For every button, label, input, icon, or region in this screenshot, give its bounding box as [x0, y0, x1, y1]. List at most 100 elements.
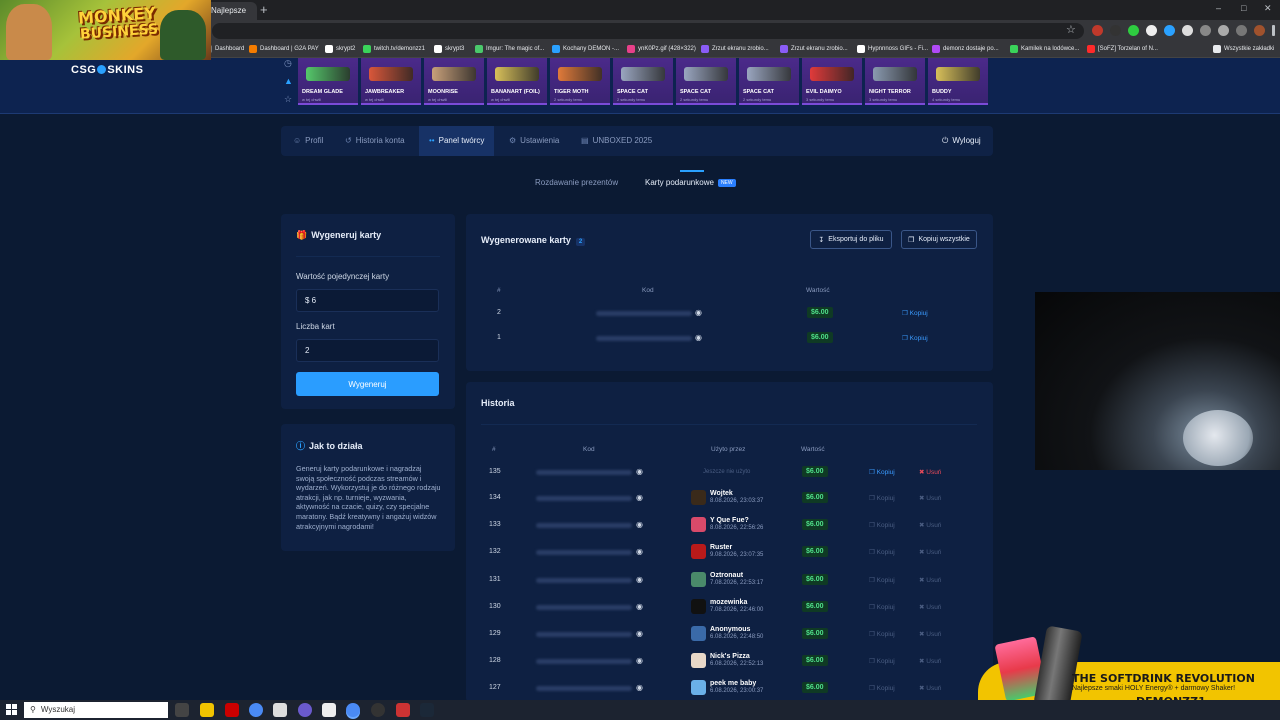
taskbar-app-icon[interactable] — [175, 703, 189, 717]
live-drop-item[interactable]: TIGER MOTH 2 sekundy temu — [550, 58, 610, 105]
used-by-user: Y Que Fue? 8.08.2026, 22:56:26 — [691, 517, 763, 532]
file-explorer-icon[interactable] — [200, 703, 214, 717]
reveal-eye-icon[interactable]: ◉ — [636, 683, 643, 692]
extension-icon[interactable] — [1146, 25, 1157, 36]
copy-code-button[interactable]: ❐ Kopiuj — [902, 334, 928, 342]
nav-creator-panel[interactable]: •• Panel twórcy — [419, 126, 495, 156]
card-count-input[interactable]: 2 — [296, 339, 439, 362]
reveal-eye-icon[interactable]: ◉ — [636, 520, 643, 529]
bookmark-item[interactable]: Kochany DEMON -... — [552, 45, 619, 53]
bookmark-item[interactable]: skrypt3 — [434, 45, 464, 53]
maximize-icon[interactable]: □ — [1241, 3, 1246, 13]
card-value-input[interactable]: $ 6 — [296, 289, 439, 312]
star-icon[interactable]: ☆ — [284, 94, 296, 112]
live-drop-item[interactable]: BUDDY 4 sekundy temu — [928, 58, 988, 105]
bookmark-item[interactable]: Zrzut ekranu zrobio... — [701, 45, 769, 53]
copy-code-button[interactable]: ❐ Kopiuj — [902, 309, 928, 317]
user-info: peek me baby 6.08.2026, 23:00:37 — [710, 680, 763, 695]
taskbar-app-icon[interactable] — [371, 703, 385, 717]
reveal-eye-icon[interactable]: ◉ — [695, 308, 702, 317]
export-button[interactable]: ↧ Eksportuj do pliku — [810, 230, 892, 249]
avatar[interactable] — [1254, 25, 1265, 36]
used-by-user: Anonymous 6.08.2026, 22:48:50 — [691, 626, 763, 641]
store-icon[interactable] — [273, 703, 287, 717]
subtab-giveaways[interactable]: Rozdawanie prezentów — [535, 178, 618, 187]
close-window-icon[interactable]: ✕ — [1264, 3, 1272, 14]
nav-settings[interactable]: ⚙ Ustawienia — [499, 126, 569, 156]
reveal-eye-icon[interactable]: ◉ — [636, 656, 643, 665]
extension-icon[interactable] — [1164, 25, 1175, 36]
bookmark-item[interactable]: Hypnnnoss GIFs - Fi... — [857, 45, 928, 53]
extension-icon[interactable] — [1110, 25, 1121, 36]
bookmark-item[interactable]: twitch.tv/demonzz1 — [363, 45, 425, 53]
nav-profile[interactable]: ☺ Profil — [283, 126, 333, 156]
taskbar-app-icon[interactable] — [396, 703, 410, 717]
steam-icon[interactable] — [420, 703, 434, 717]
bookmark-item[interactable]: skrypt2 — [325, 45, 355, 53]
reveal-eye-icon[interactable]: ◉ — [695, 333, 702, 342]
opera-icon[interactable] — [225, 703, 239, 717]
extension-icon[interactable] — [1200, 25, 1211, 36]
bookmark-item[interactable]: ynK0Pz.gif (428×322) — [627, 45, 696, 53]
new-tab-icon[interactable]: + — [260, 2, 268, 17]
reveal-eye-icon[interactable]: ◉ — [636, 467, 643, 476]
bookmark-item[interactable]: Kamilek na lodówce... — [1010, 45, 1079, 53]
reveal-eye-icon[interactable]: ◉ — [636, 629, 643, 638]
hidden-code — [596, 311, 692, 316]
copy-code-button[interactable]: ❐ Kopiuj — [869, 468, 895, 476]
live-drop-item[interactable]: SPACE CAT 2 sekundy temu — [739, 58, 799, 105]
subtab-gift-cards[interactable]: Karty podarunkowe NEW — [645, 178, 736, 187]
delete-card-button[interactable]: ✖ Usuń — [919, 468, 941, 476]
history-icon: ↺ — [345, 136, 352, 145]
bookmark-star-icon[interactable]: ☆ — [1066, 23, 1076, 36]
logout-button[interactable]: ⏻ Wyloguj — [932, 126, 991, 156]
browser-tab[interactable]: Najlepsze — [205, 2, 257, 20]
reveal-eye-icon[interactable]: ◉ — [636, 493, 643, 502]
nav-unboxed[interactable]: ▤ UNBOXED 2025 — [571, 126, 662, 156]
bookmark-item[interactable]: Wszystkie zakładki — [1213, 45, 1274, 53]
reveal-eye-icon[interactable]: ◉ — [636, 602, 643, 611]
live-drop-item[interactable]: NIGHT TERROR 3 sekundy temu — [865, 58, 925, 105]
menu-kebab-icon[interactable] — [1272, 25, 1275, 36]
copy-code-button: ❐ Kopiuj — [869, 495, 895, 502]
generate-button[interactable]: Wygeneruj — [296, 372, 439, 396]
site-logo[interactable]: CSG SKINS — [71, 64, 143, 76]
clock-icon[interactable]: ◷ — [284, 58, 296, 76]
extension-icon[interactable] — [1128, 25, 1139, 36]
live-drop-item[interactable]: JAWBREAKER w tej chwili — [361, 58, 421, 105]
username: Ruster — [710, 544, 733, 551]
thumbs-up-icon[interactable]: ▲ — [284, 76, 296, 94]
bookmark-favicon-icon — [780, 45, 788, 53]
download-icon: ↧ — [818, 236, 825, 244]
taskbar-search-input[interactable]: ⚲ Wyszukaj — [24, 702, 168, 718]
extensions-puzzle-icon[interactable] — [1218, 25, 1229, 36]
bookmark-label: Dashboard | G2A PAY — [260, 46, 319, 52]
live-drop-item[interactable]: BANANART (FOIL) w tej chwili — [487, 58, 547, 105]
bookmark-label: ynK0Pz.gif (428×322) — [638, 46, 696, 52]
bookmark-item[interactable]: Zrzut ekranu zrobio... — [780, 45, 848, 53]
bookmark-item[interactable]: Imgur: The magic of... — [475, 45, 544, 53]
bookmark-item[interactable]: [SoFZ] Torzelan of N... — [1087, 45, 1158, 53]
extension-icon[interactable] — [1182, 25, 1193, 36]
live-drop-item[interactable]: MOONRISE w tej chwili — [424, 58, 484, 105]
chrome-active-icon[interactable] — [346, 703, 360, 717]
copy-all-button[interactable]: ❐ Kopiuj wszystkie — [901, 230, 977, 249]
bookmark-item[interactable]: demonz dostaje po... — [932, 45, 999, 53]
minimize-icon[interactable]: – — [1216, 3, 1221, 13]
live-drop-item[interactable]: SPACE CAT 2 sekundy temu — [676, 58, 736, 105]
reveal-eye-icon[interactable]: ◉ — [636, 575, 643, 584]
extension-icon[interactable] — [1092, 25, 1103, 36]
nav-history[interactable]: ↺ Historia konta — [335, 126, 415, 156]
reveal-eye-icon[interactable]: ◉ — [636, 547, 643, 556]
taskbar-app-icon[interactable] — [322, 703, 336, 717]
sidebar-icon[interactable] — [1236, 25, 1247, 36]
obs-icon[interactable] — [298, 703, 312, 717]
bookmark-item[interactable]: Dashboard | G2A PAY — [249, 45, 319, 53]
live-drop-item[interactable]: DREAM GLADE w tej chwili — [298, 58, 358, 105]
live-drop-item[interactable]: SPACE CAT 2 sekundy temu — [613, 58, 673, 105]
windows-start-icon[interactable] — [6, 704, 18, 716]
url-field[interactable] — [212, 23, 1084, 39]
user-info: Anonymous 6.08.2026, 22:48:50 — [710, 626, 763, 641]
chrome-icon[interactable] — [249, 703, 263, 717]
live-drop-item[interactable]: EVIL DAIMYO 3 sekundy temu — [802, 58, 862, 105]
